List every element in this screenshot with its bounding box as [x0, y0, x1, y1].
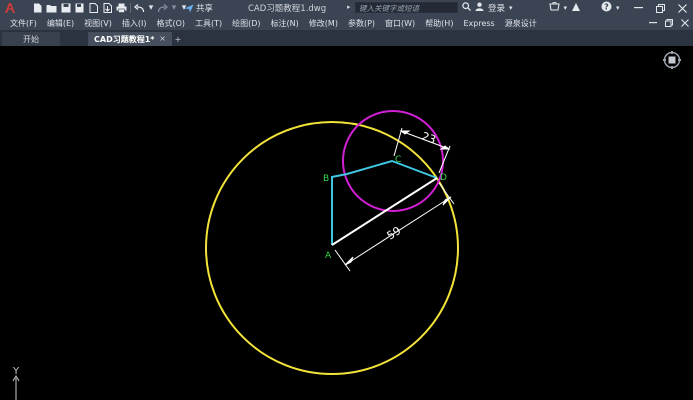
cad-application-window: ▾ ▾ ▾ 共享 CAD习题教程1.dwg ▸ 键入关键字或短语 登录 ▾ ▾ …	[0, 0, 693, 400]
point-label-b: B	[323, 174, 329, 184]
point-label-d: D	[440, 173, 447, 183]
point-label-a: A	[325, 251, 332, 261]
dimension-59-text: 59	[385, 224, 404, 243]
ucs-icon	[12, 375, 20, 400]
point-label-c: C	[395, 155, 401, 165]
ucs-y-label: Y	[13, 366, 20, 377]
large-circle[interactable]	[205, 121, 459, 375]
radius-line-ad[interactable]	[331, 177, 438, 246]
cad-geometry: 59 23 A B C D	[12, 110, 459, 400]
